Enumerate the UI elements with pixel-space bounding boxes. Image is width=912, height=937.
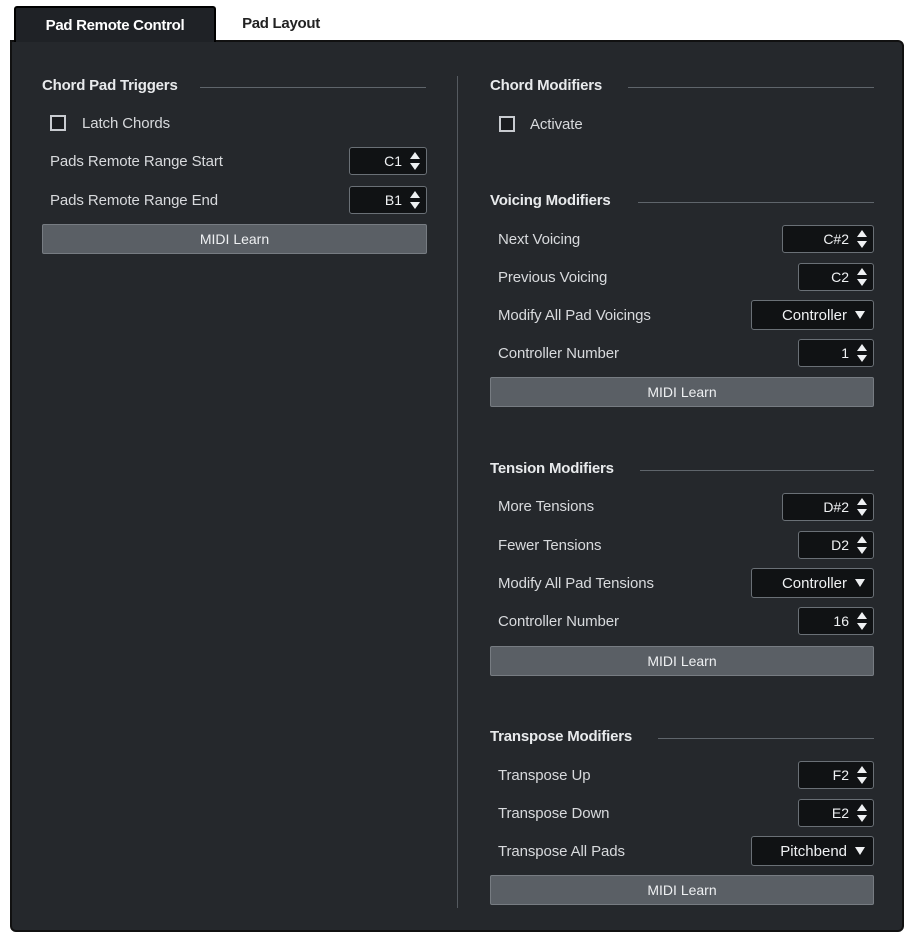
section-title-chord-modifiers: Chord Modifiers xyxy=(490,77,602,94)
range-end-value: B1 xyxy=(384,192,402,208)
previous-voicing-stepper[interactable]: C2 xyxy=(798,263,874,291)
transpose-up-label: Transpose Up xyxy=(498,767,591,784)
next-voicing-label: Next Voicing xyxy=(498,231,581,248)
fewer-tensions-stepper[interactable]: D2 xyxy=(798,531,874,559)
voicing-controller-number-label: Controller Number xyxy=(498,345,619,362)
latch-chords-label: Latch Chords xyxy=(82,115,171,132)
up-down-arrows-icon[interactable] xyxy=(857,498,867,516)
section-divider xyxy=(200,87,426,88)
up-down-arrows-icon[interactable] xyxy=(410,191,420,209)
tab-pad-layout[interactable]: Pad Layout xyxy=(216,6,346,40)
section-divider xyxy=(638,202,874,203)
transpose-all-pads-label: Transpose All Pads xyxy=(498,843,625,860)
dropdown-arrow-icon xyxy=(855,847,865,855)
transpose-all-pads-dropdown[interactable]: Pitchbend xyxy=(751,836,874,866)
tension-controller-number-label: Controller Number xyxy=(498,613,619,630)
voicing-controller-number-stepper[interactable]: 1 xyxy=(798,339,874,367)
up-down-arrows-icon[interactable] xyxy=(857,804,867,822)
up-down-arrows-icon[interactable] xyxy=(410,152,420,170)
modify-all-tensions-value: Controller xyxy=(781,574,847,592)
up-down-arrows-icon[interactable] xyxy=(857,268,867,286)
section-title-voicing-modifiers: Voicing Modifiers xyxy=(490,192,611,209)
modify-all-voicings-value: Controller xyxy=(781,306,847,324)
transpose-up-stepper[interactable]: F2 xyxy=(798,761,874,789)
dropdown-arrow-icon xyxy=(855,311,865,319)
up-down-arrows-icon[interactable] xyxy=(857,612,867,630)
voicing-midi-learn-button[interactable]: MIDI Learn xyxy=(490,377,874,407)
pad-remote-control-panel: Chord Pad Triggers Latch Chords Pads Rem… xyxy=(10,40,904,932)
tab-bar: Pad Remote Control Pad Layout xyxy=(10,6,906,42)
more-tensions-label: More Tensions xyxy=(498,498,594,515)
modify-all-voicings-label: Modify All Pad Voicings xyxy=(498,307,651,324)
latch-chords-checkbox[interactable] xyxy=(50,115,66,131)
fewer-tensions-label: Fewer Tensions xyxy=(498,537,602,554)
range-start-stepper[interactable]: C1 xyxy=(349,147,427,175)
modify-all-tensions-label: Modify All Pad Tensions xyxy=(498,575,654,592)
activate-checkbox[interactable] xyxy=(499,116,515,132)
fewer-tensions-value: D2 xyxy=(831,537,849,553)
more-tensions-stepper[interactable]: D#2 xyxy=(782,493,874,521)
voicing-controller-number-value: 1 xyxy=(841,345,849,361)
next-voicing-stepper[interactable]: C#2 xyxy=(782,225,874,253)
up-down-arrows-icon[interactable] xyxy=(857,766,867,784)
section-title-transpose-modifiers: Transpose Modifiers xyxy=(490,728,633,745)
modify-all-tensions-dropdown[interactable]: Controller xyxy=(751,568,874,598)
section-divider xyxy=(628,87,874,88)
tension-controller-number-stepper[interactable]: 16 xyxy=(798,607,874,635)
up-down-arrows-icon[interactable] xyxy=(857,536,867,554)
dropdown-arrow-icon xyxy=(855,579,865,587)
tab-pad-remote-control[interactable]: Pad Remote Control xyxy=(14,6,216,42)
transpose-midi-learn-button[interactable]: MIDI Learn xyxy=(490,875,874,905)
range-start-label: Pads Remote Range Start xyxy=(50,153,223,170)
section-divider xyxy=(658,738,874,739)
transpose-down-label: Transpose Down xyxy=(498,805,610,822)
next-voicing-value: C#2 xyxy=(823,231,849,247)
transpose-down-stepper[interactable]: E2 xyxy=(798,799,874,827)
more-tensions-value: D#2 xyxy=(823,499,849,515)
range-start-value: C1 xyxy=(384,153,402,169)
section-title-chord-pad-triggers: Chord Pad Triggers xyxy=(42,77,178,94)
column-divider xyxy=(457,76,458,908)
transpose-down-value: E2 xyxy=(831,805,849,821)
chord-pad-triggers-midi-learn-button[interactable]: MIDI Learn xyxy=(42,224,427,254)
up-down-arrows-icon[interactable] xyxy=(857,344,867,362)
section-divider xyxy=(640,470,874,471)
tension-controller-number-value: 16 xyxy=(833,613,849,629)
tension-midi-learn-button[interactable]: MIDI Learn xyxy=(490,646,874,676)
transpose-up-value: F2 xyxy=(832,767,849,783)
range-end-label: Pads Remote Range End xyxy=(50,192,219,209)
previous-voicing-label: Previous Voicing xyxy=(498,269,608,286)
transpose-all-pads-value: Pitchbend xyxy=(780,842,847,860)
up-down-arrows-icon[interactable] xyxy=(857,230,867,248)
modify-all-voicings-dropdown[interactable]: Controller xyxy=(751,300,874,330)
section-title-tension-modifiers: Tension Modifiers xyxy=(490,460,614,477)
activate-label: Activate xyxy=(530,116,583,133)
previous-voicing-value: C2 xyxy=(831,269,849,285)
range-end-stepper[interactable]: B1 xyxy=(349,186,427,214)
